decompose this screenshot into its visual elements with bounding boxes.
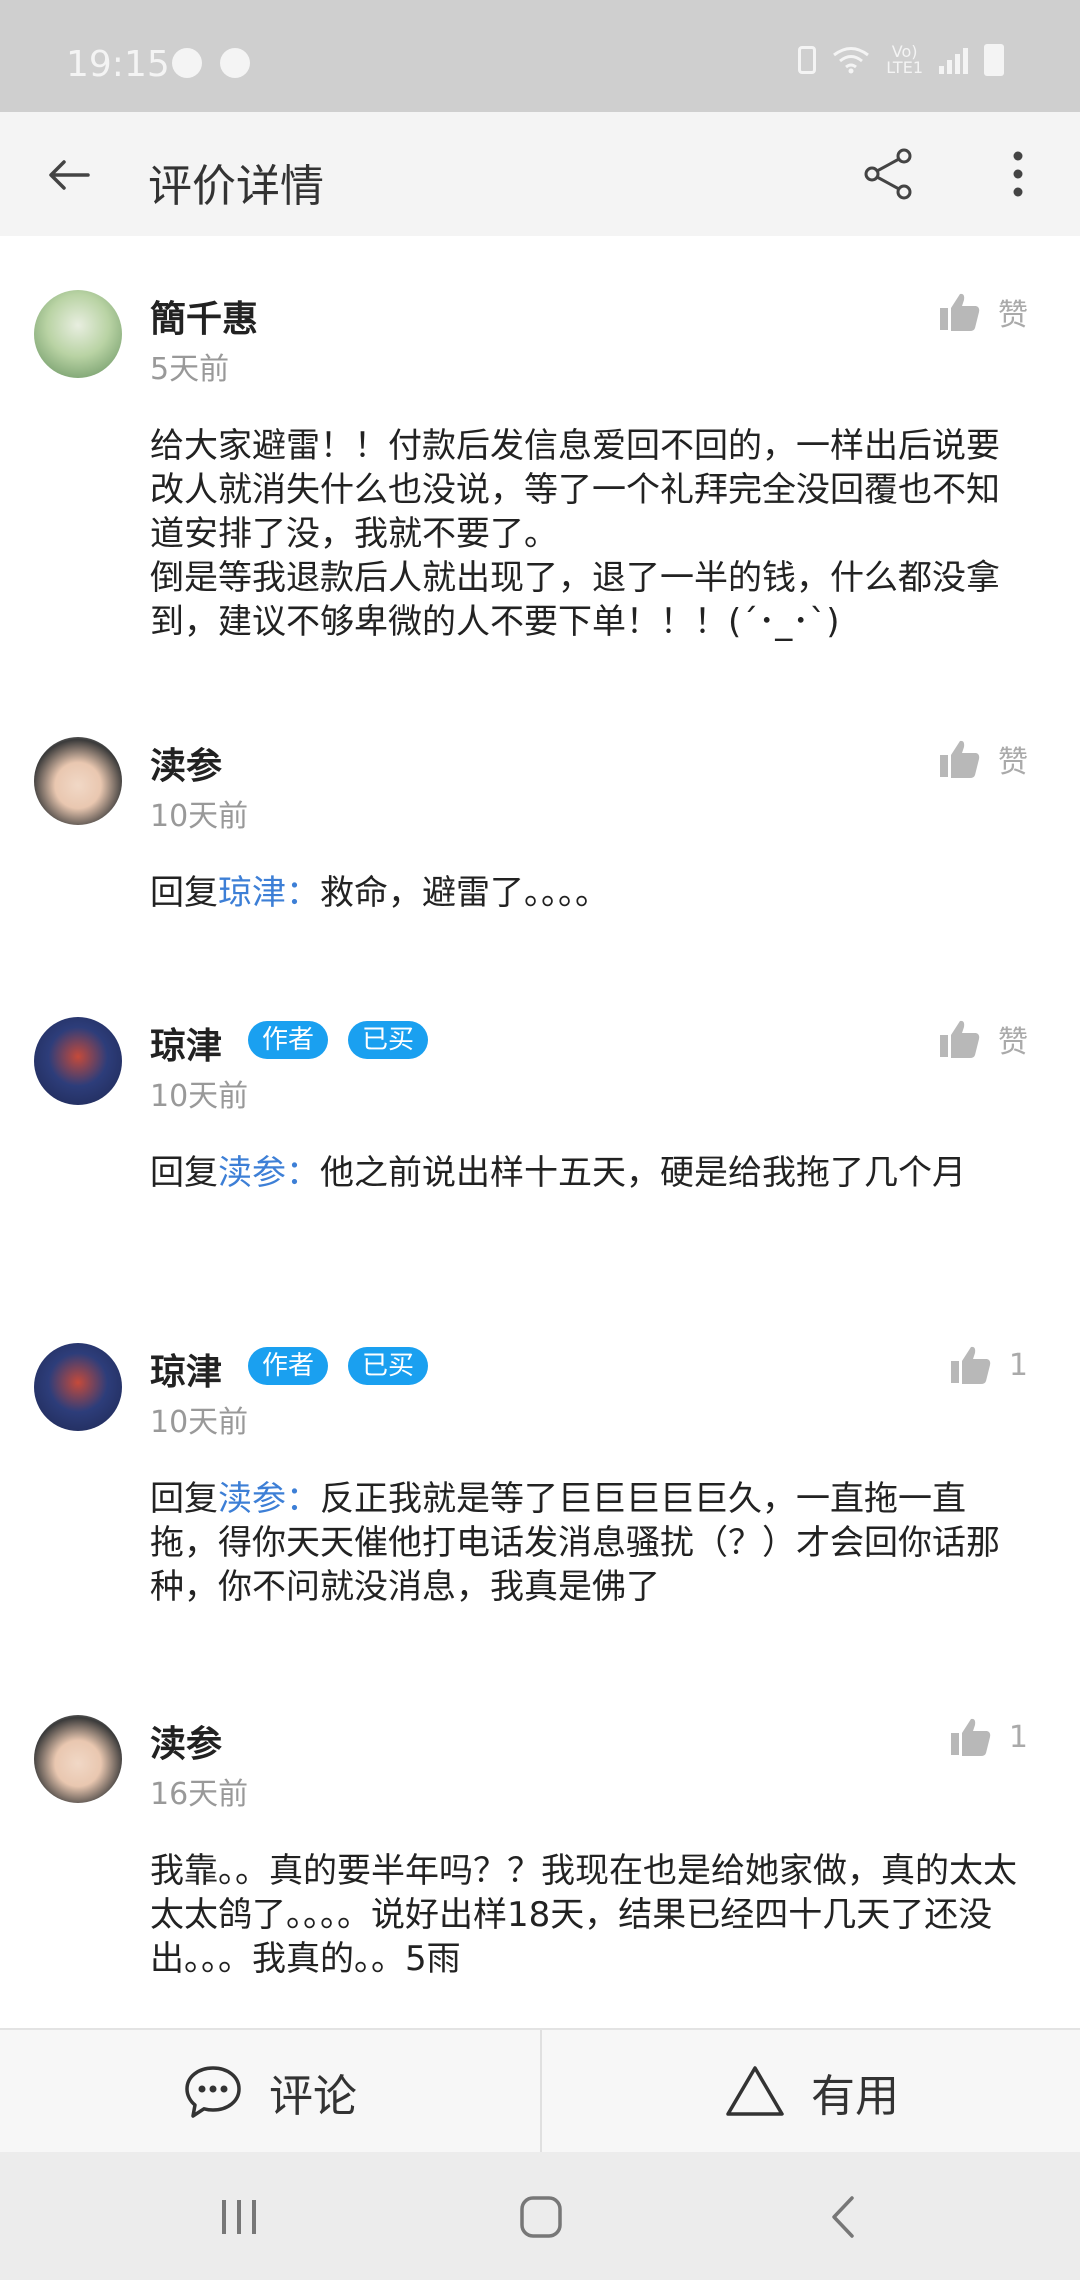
comment-author-name[interactable]: 簡千惠 bbox=[150, 290, 258, 342]
avatar[interactable] bbox=[34, 1017, 122, 1105]
like-label: 赞 bbox=[998, 745, 1028, 780]
battery-saver-icon bbox=[798, 46, 817, 74]
comment-author-name[interactable]: 渎参 bbox=[150, 737, 222, 789]
signal-icon bbox=[939, 46, 968, 74]
comment-button-label: 评论 bbox=[269, 2071, 357, 2122]
comment-time: 10天前 bbox=[150, 799, 249, 834]
comment-text: 我靠。。真的要半年吗？？我现在也是给她家做，真的太太太太鸽了。。。。说好出样18… bbox=[150, 1851, 1017, 1979]
avatar[interactable] bbox=[34, 1715, 122, 1803]
comment-time: 16天前 bbox=[150, 1777, 249, 1812]
like-button[interactable]: 赞 bbox=[938, 1017, 1028, 1061]
like-button[interactable]: 1 bbox=[949, 1343, 1028, 1387]
comment-author-name[interactable]: 琼津 bbox=[150, 1343, 222, 1395]
wifi-icon bbox=[833, 47, 870, 74]
comment-author-name[interactable]: 渎参 bbox=[150, 1715, 222, 1767]
status-right-icons: Vo) LTE1 bbox=[798, 44, 1004, 76]
useful-button[interactable]: 有用 bbox=[542, 2030, 1080, 2154]
comment-text: 回复渎参：反正我就是等了巨巨巨巨巨久，一直拖一直拖，得你天天催他打电话发消息骚扰… bbox=[150, 1477, 1030, 1609]
reply-prefix: 回复 bbox=[150, 873, 218, 913]
like-button[interactable]: 赞 bbox=[938, 290, 1028, 334]
comment-text: 给大家避雷！！付款后发信息爱回不回的，一样出后说要改人就消失什么也没说，等了一个… bbox=[150, 426, 1000, 642]
author-badge: 作者 bbox=[248, 1347, 329, 1385]
recent-apps-icon[interactable] bbox=[214, 2192, 264, 2242]
comment-time: 10天前 bbox=[150, 1079, 249, 1114]
useful-button-label: 有用 bbox=[811, 2071, 899, 2122]
reply-prefix: 回复 bbox=[150, 1153, 218, 1193]
comment-time: 5天前 bbox=[150, 352, 230, 387]
share-icon[interactable] bbox=[860, 146, 916, 202]
avatar[interactable] bbox=[34, 290, 122, 378]
reply-mention-link[interactable]: 渎参： bbox=[218, 1479, 320, 1519]
like-button[interactable]: 1 bbox=[949, 1715, 1028, 1759]
more-options-icon[interactable] bbox=[998, 146, 1038, 202]
like-count: 1 bbox=[1008, 1347, 1028, 1383]
system-navigation-bar bbox=[0, 2152, 1080, 2280]
comment-text: 回复渎参：他之前说出样十五天，硬是给我拖了几个月 bbox=[150, 1151, 1030, 1195]
status-notification-icons bbox=[172, 48, 250, 78]
comment-bubble-icon bbox=[185, 2066, 241, 2118]
thumbs-up-icon bbox=[950, 1718, 991, 1756]
thumbs-up-icon bbox=[940, 293, 980, 331]
bottom-action-bar: 评论 有用 bbox=[0, 2028, 1080, 2154]
author-badge: 作者 bbox=[248, 1021, 329, 1059]
like-label: 赞 bbox=[998, 298, 1028, 333]
triangle-icon bbox=[726, 2066, 784, 2116]
thumbs-up-icon bbox=[940, 740, 980, 778]
comment-author-name[interactable]: 琼津 bbox=[150, 1017, 222, 1069]
thumbs-up-icon bbox=[950, 1346, 991, 1384]
network-type-label: Vo) LTE1 bbox=[886, 42, 923, 77]
reply-text: 救命，避雷了。。。。 bbox=[320, 873, 609, 913]
home-icon[interactable] bbox=[516, 2192, 566, 2242]
reply-mention-link[interactable]: 琼津： bbox=[218, 873, 320, 913]
page-title: 评价详情 bbox=[148, 161, 324, 212]
like-count: 1 bbox=[1008, 1719, 1028, 1755]
avatar[interactable] bbox=[34, 1343, 122, 1431]
comment-time: 10天前 bbox=[150, 1405, 249, 1440]
back-arrow-icon[interactable] bbox=[44, 150, 94, 200]
reply-prefix: 回复 bbox=[150, 1479, 218, 1519]
account-icon bbox=[220, 48, 250, 78]
reply-text: 他之前说出样十五天，硬是给我拖了几个月 bbox=[320, 1153, 966, 1193]
avatar[interactable] bbox=[34, 737, 122, 825]
purchased-badge: 已买 bbox=[348, 1021, 429, 1059]
purchased-badge: 已买 bbox=[348, 1347, 429, 1385]
comment-button[interactable]: 评论 bbox=[0, 2030, 540, 2154]
status-time: 19:15 bbox=[66, 44, 170, 85]
battery-icon bbox=[984, 44, 1004, 76]
like-label: 赞 bbox=[998, 1025, 1028, 1060]
thumbs-up-icon bbox=[940, 1020, 980, 1058]
reply-mention-link[interactable]: 渎参： bbox=[218, 1153, 320, 1193]
status-bar: 19:15 Vo) LTE1 bbox=[0, 0, 1080, 112]
comment-text: 回复琼津：救命，避雷了。。。。 bbox=[150, 871, 1030, 915]
system-back-icon[interactable] bbox=[820, 2192, 870, 2242]
notification-icon bbox=[172, 48, 202, 78]
app-bar: 评价详情 bbox=[0, 112, 1080, 236]
like-button[interactable]: 赞 bbox=[938, 737, 1028, 781]
